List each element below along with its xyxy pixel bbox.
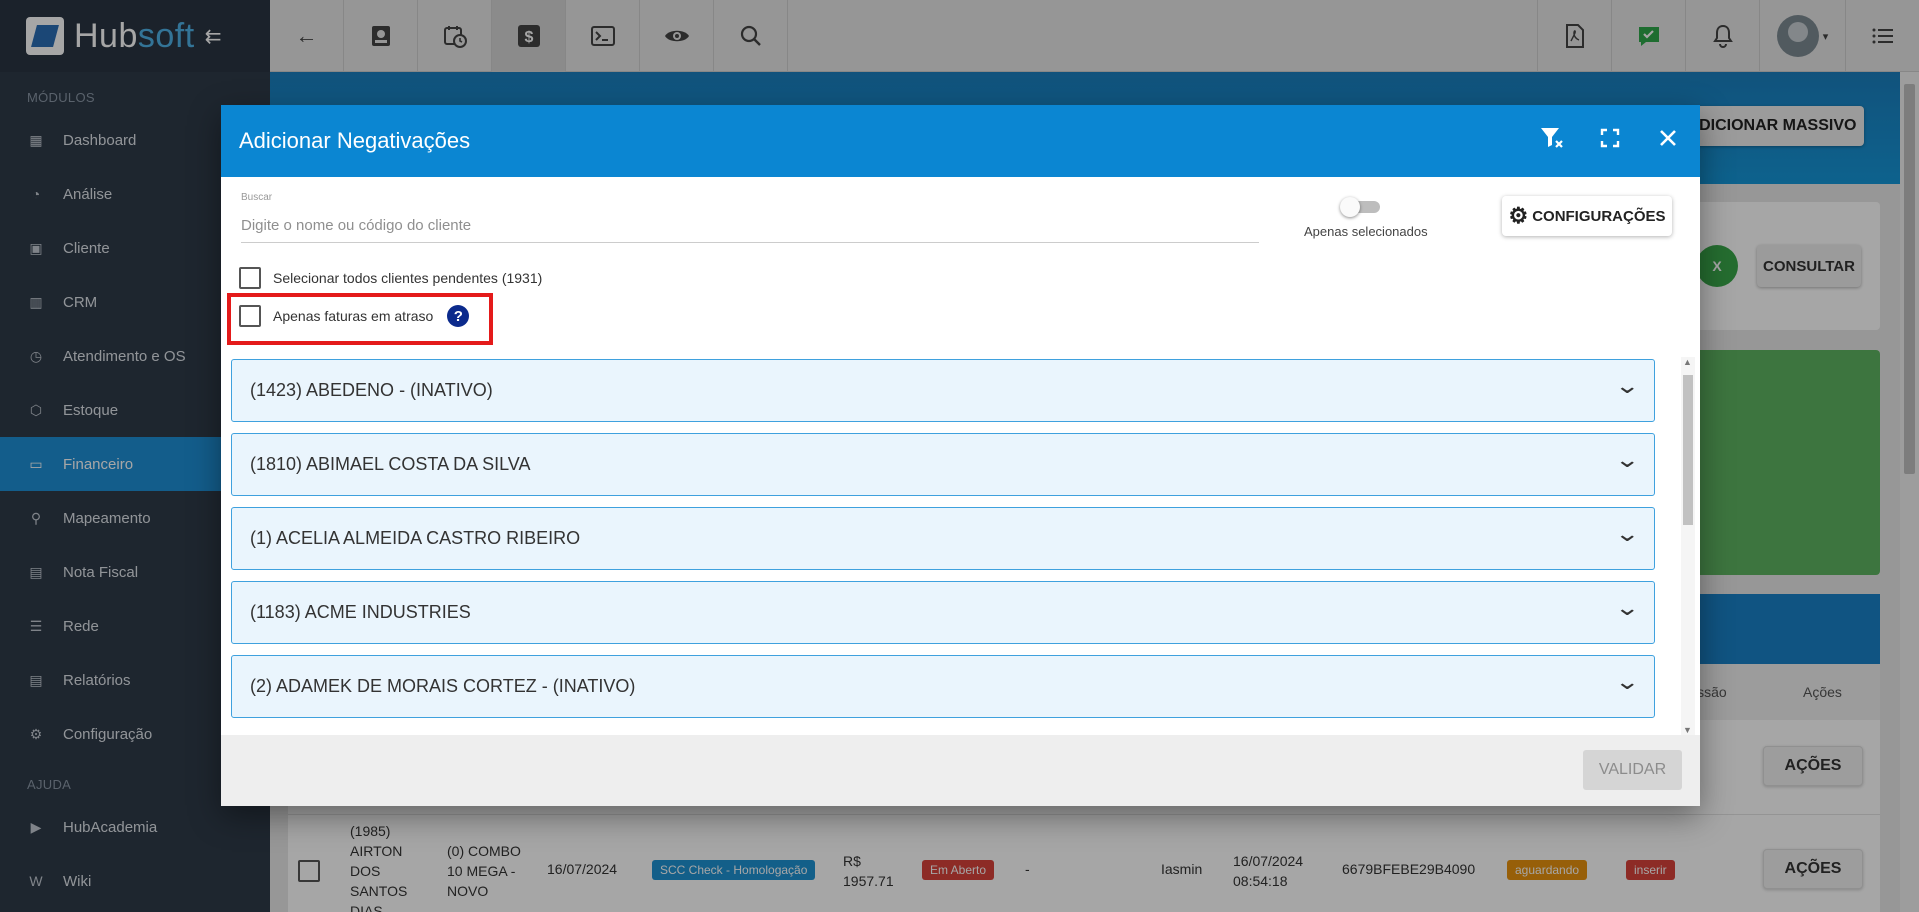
configuracoes-button[interactable]: ⚙ CONFIGURAÇÕES — [1502, 196, 1672, 236]
chevron-down-icon[interactable]: ⌄ — [1614, 669, 1640, 695]
client-list-scrollbar[interactable]: ▲ ▼ — [1681, 357, 1695, 735]
modal-title: Adicionar Negativações — [239, 128, 471, 153]
chevron-down-icon[interactable]: ⌄ — [1614, 521, 1640, 547]
highlight-box — [227, 293, 493, 345]
configuracoes-label: CONFIGURAÇÕES — [1532, 207, 1666, 225]
toggle-label: Apenas selecionados — [1304, 224, 1428, 239]
client-name: (2) ADAMEK DE MORAIS CORTEZ - (INATIVO) — [250, 676, 636, 696]
chevron-down-icon[interactable]: ⌄ — [1614, 595, 1640, 621]
select-all-checkbox[interactable] — [239, 267, 261, 289]
client-accordion-item[interactable]: (1) ACELIA ALMEIDA CASTRO RIBEIRO ⌄ — [231, 507, 1655, 570]
close-icon[interactable] — [1654, 127, 1682, 155]
client-list: (1423) ABEDENO - (INATIVO) ⌄ (1810) ABIMAE… — [231, 359, 1663, 739]
validar-button[interactable]: VALIDAR — [1583, 750, 1682, 790]
search-input[interactable] — [241, 209, 1259, 243]
client-name: (1423) ABEDENO - (INATIVO) — [250, 380, 493, 400]
adicionar-negativacoes-modal: Adicionar Negativações Buscar Apenas sel… — [221, 105, 1700, 806]
select-all-label: Selecionar todos clientes pendentes (193… — [273, 270, 543, 286]
select-all-row[interactable]: Selecionar todos clientes pendentes (193… — [239, 267, 542, 289]
client-accordion-item[interactable]: (2) ADAMEK DE MORAIS CORTEZ - (INATIVO) ⌄ — [231, 655, 1655, 718]
search-label: Buscar — [241, 192, 273, 203]
apenas-selecionados-toggle[interactable] — [1340, 197, 1380, 217]
client-accordion-item[interactable]: (1423) ABEDENO - (INATIVO) ⌄ — [231, 359, 1655, 422]
chevron-down-icon[interactable]: ⌄ — [1614, 447, 1640, 473]
clear-filter-icon[interactable] — [1538, 125, 1566, 158]
modal-header: Adicionar Negativações — [221, 105, 1700, 177]
client-accordion-item[interactable]: (1183) ACME INDUSTRIES ⌄ — [231, 581, 1655, 644]
chevron-down-icon[interactable]: ⌄ — [1614, 373, 1640, 399]
client-accordion-item[interactable]: (1810) ABIMAEL COSTA DA SILVA ⌄ — [231, 433, 1655, 496]
fullscreen-icon[interactable] — [1596, 127, 1624, 155]
client-name: (1) ACELIA ALMEIDA CASTRO RIBEIRO — [250, 528, 581, 548]
modal-footer — [221, 735, 1700, 806]
client-name: (1810) ABIMAEL COSTA DA SILVA — [250, 454, 531, 474]
gear-icon: ⚙ — [1508, 203, 1529, 228]
client-name: (1183) ACME INDUSTRIES — [250, 602, 471, 622]
